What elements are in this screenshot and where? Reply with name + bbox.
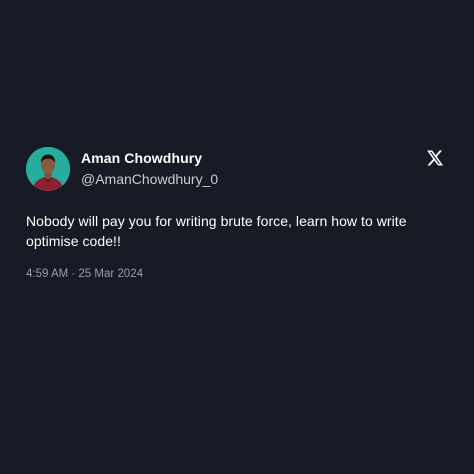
tweet-header: Aman Chowdhury @AmanChowdhury_0 [26, 147, 448, 191]
avatar[interactable] [26, 147, 70, 191]
author-block: Aman Chowdhury @AmanChowdhury_0 [81, 149, 218, 189]
author-handle[interactable]: @AmanChowdhury_0 [81, 169, 218, 189]
tweet-card: Aman Chowdhury @AmanChowdhury_0 Nobody w… [26, 147, 448, 282]
avatar-image [26, 147, 70, 191]
tweet-text: Nobody will pay you for writing brute fo… [26, 213, 407, 249]
author-name[interactable]: Aman Chowdhury [81, 149, 218, 167]
tweet-timestamp[interactable]: 4:59 AM · 25 Mar 2024 [26, 266, 448, 282]
x-logo-icon[interactable] [426, 149, 444, 167]
